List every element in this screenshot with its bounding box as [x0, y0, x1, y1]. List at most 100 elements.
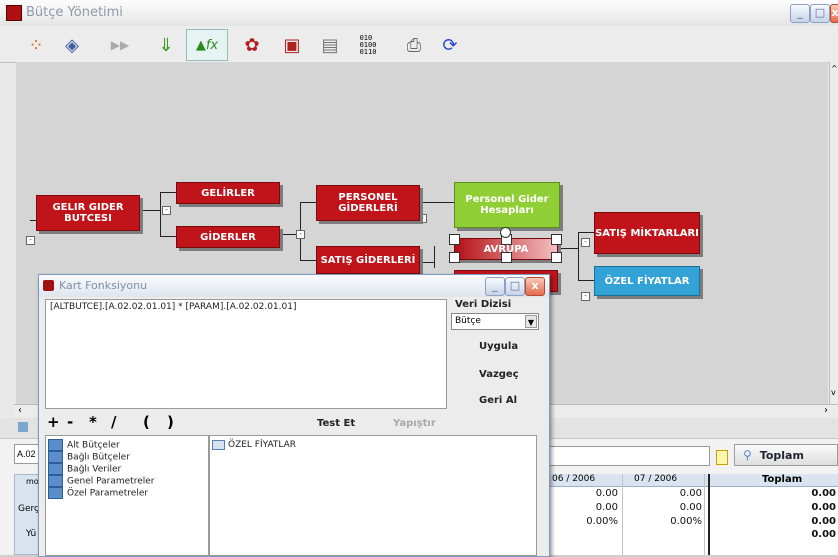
- tree-item[interactable]: Bağlı Veriler: [48, 463, 206, 475]
- scroll-down-icon[interactable]: v: [831, 388, 836, 397]
- minus-operator-button[interactable]: -: [67, 413, 73, 431]
- scroll-left-icon[interactable]: ‹: [18, 405, 22, 416]
- folder-icon: [48, 451, 63, 463]
- maximize-button[interactable]: □: [810, 4, 830, 23]
- formula-fx-icon[interactable]: ▲ fx: [186, 29, 228, 61]
- node-satis-giderleri[interactable]: SATIŞ GİDERLERİ: [316, 246, 420, 274]
- dialog-title-bar: Kart Fonksiyonu _ □ x: [39, 275, 549, 297]
- table-cell: 0.00: [811, 502, 836, 513]
- formula-editor[interactable]: [ALTBUTCE].[A.02.02.01.01] * [PARAM].[A.…: [45, 299, 447, 409]
- table-cell: 0.00%: [670, 516, 702, 527]
- printer-icon[interactable]: ⎙: [398, 29, 430, 61]
- binary-icon[interactable]: 010 0100 0110: [352, 29, 384, 61]
- row-label: mo: [26, 477, 39, 486]
- node-gelirler[interactable]: GELİRLER: [176, 182, 280, 204]
- kart-fonksiyonu-dialog: Kart Fonksiyonu _ □ x [ALTBUTCE].[A.02.0…: [38, 274, 550, 557]
- divide-operator-button[interactable]: /: [111, 413, 116, 431]
- node-personel-gider-hesaplari[interactable]: Personel Gider Hesapları: [454, 182, 560, 228]
- list-item[interactable]: ÖZEL FİYATLAR: [212, 439, 534, 451]
- row-label: Yü: [26, 529, 37, 539]
- veri-dizisi-value: Bütçe: [455, 316, 481, 326]
- close-paren-button[interactable]: ): [167, 413, 174, 431]
- tree-item[interactable]: Genel Parametreler: [48, 475, 206, 487]
- arrow-down-icon[interactable]: ⇓: [150, 29, 182, 61]
- minimize-button[interactable]: _: [790, 4, 810, 23]
- user-card-icon[interactable]: ▣: [276, 29, 308, 61]
- node-satis-miktarlari[interactable]: SATIŞ MİKTARLARI: [594, 212, 700, 254]
- selection-handle[interactable]: [501, 252, 512, 263]
- dialog-title: Kart Fonksiyonu: [59, 279, 148, 292]
- node-giderler[interactable]: GİDERLER: [176, 226, 280, 248]
- vertical-scrollbar[interactable]: ^ v: [829, 62, 838, 404]
- dialog-maximize-button[interactable]: □: [505, 277, 525, 296]
- table-cell: 0.00: [679, 502, 702, 513]
- selection-handle[interactable]: [449, 252, 460, 263]
- open-paren-button[interactable]: (: [143, 413, 150, 431]
- collapse-toggle[interactable]: -: [581, 292, 590, 301]
- table-cell: 0.00: [595, 502, 618, 513]
- table-cell: 0.00: [811, 529, 836, 540]
- toolbar: ⁘ ◈ ▶▶ ⇓ ▲ fx ✿ ▣ ▤ 010 0100 0110 ⎙ ⟳: [0, 26, 838, 63]
- scroll-right-icon[interactable]: ›: [824, 405, 828, 416]
- grid-icon[interactable]: [18, 422, 28, 432]
- selection-handle[interactable]: [551, 234, 562, 245]
- tree-item[interactable]: Bağlı Bütçeler: [48, 451, 206, 463]
- close-button[interactable]: x: [830, 4, 838, 23]
- app-icon: [6, 5, 22, 21]
- veri-dizisi-select[interactable]: Bütçe ▼: [451, 313, 539, 330]
- column-header: 07 / 2006: [634, 474, 678, 484]
- title-bar: Bütçe Yönetimi _ □ x: [0, 0, 838, 27]
- plus-operator-button[interactable]: +: [47, 413, 60, 431]
- main-window: Bütçe Yönetimi _ □ x ⁘ ◈ ▶▶ ⇓ ▲ fx ✿ ▣ ▤ …: [0, 0, 838, 557]
- data-table: 06 / 2006 07 / 2006 Toplam 0.00 0.00 0.0…: [548, 474, 838, 555]
- veri-dizisi-label: Veri Dizisi: [455, 299, 512, 310]
- users-gear-icon[interactable]: ✿: [236, 29, 268, 61]
- vazgec-button[interactable]: Vazgeç: [479, 369, 519, 380]
- report-icon[interactable]: ▤: [314, 29, 346, 61]
- folder-icon: [48, 463, 63, 475]
- collapse-toggle[interactable]: -: [296, 230, 305, 239]
- collapse-toggle[interactable]: -: [581, 238, 590, 247]
- scroll-up-icon[interactable]: ^: [831, 64, 838, 73]
- rotate-handle[interactable]: [500, 227, 511, 238]
- note-icon[interactable]: [716, 450, 728, 465]
- uygula-button[interactable]: Uygula: [479, 341, 518, 352]
- folder-icon: [48, 475, 63, 487]
- row-label: Gerç: [18, 504, 39, 514]
- dialog-close-button[interactable]: x: [525, 277, 545, 296]
- table-cell: 0.00: [595, 488, 618, 499]
- test-et-button[interactable]: Test Et: [317, 418, 355, 429]
- chevron-down-icon[interactable]: ▼: [525, 315, 537, 328]
- dialog-icon: [43, 280, 54, 291]
- search-field-right[interactable]: [548, 446, 710, 466]
- window-title: Bütçe Yönetimi: [26, 5, 123, 20]
- table-cell: 0.00%: [586, 516, 618, 527]
- fx-label: fx: [205, 37, 219, 53]
- eraser-icon[interactable]: ◈: [56, 29, 88, 61]
- selection-handle[interactable]: [551, 252, 562, 263]
- table-cell: 0.00: [679, 488, 702, 499]
- yapistir-button[interactable]: Yapıştır: [393, 418, 436, 429]
- geri-al-button[interactable]: Geri Al: [479, 395, 517, 406]
- collapse-toggle[interactable]: -: [26, 236, 35, 245]
- node-ozel-fiyatlar[interactable]: ÖZEL FİYATLAR: [594, 266, 700, 296]
- multiply-operator-button[interactable]: *: [89, 413, 97, 431]
- column-header: 06 / 2006: [552, 474, 596, 484]
- tree-item[interactable]: Alt Bütçeler: [48, 439, 206, 451]
- item-list: ÖZEL FİYATLAR: [209, 435, 537, 556]
- toplam-button[interactable]: ⚲ Toplam: [734, 444, 838, 466]
- column-header: Toplam: [762, 474, 803, 485]
- node-personel-giderleri[interactable]: PERSONEL GİDERLERİ: [316, 185, 420, 221]
- sigma-filter-icon: ⚲: [743, 448, 752, 462]
- selection-handle[interactable]: [449, 234, 460, 245]
- tree-item[interactable]: Özel Parametreler: [48, 487, 206, 499]
- tree-icon[interactable]: ⁘: [20, 29, 52, 61]
- refresh-icon[interactable]: ⟳: [434, 29, 466, 61]
- collapse-toggle[interactable]: -: [162, 206, 171, 215]
- folder-icon: [48, 439, 63, 451]
- node-gelir-gider-butcesi[interactable]: GELIR GIDER BUTCESI: [36, 195, 140, 231]
- table-cell: 0.00: [811, 488, 836, 499]
- toplam-button-label: Toplam: [759, 448, 804, 462]
- fast-forward-icon[interactable]: ▶▶: [104, 29, 136, 61]
- dialog-minimize-button[interactable]: _: [485, 277, 505, 296]
